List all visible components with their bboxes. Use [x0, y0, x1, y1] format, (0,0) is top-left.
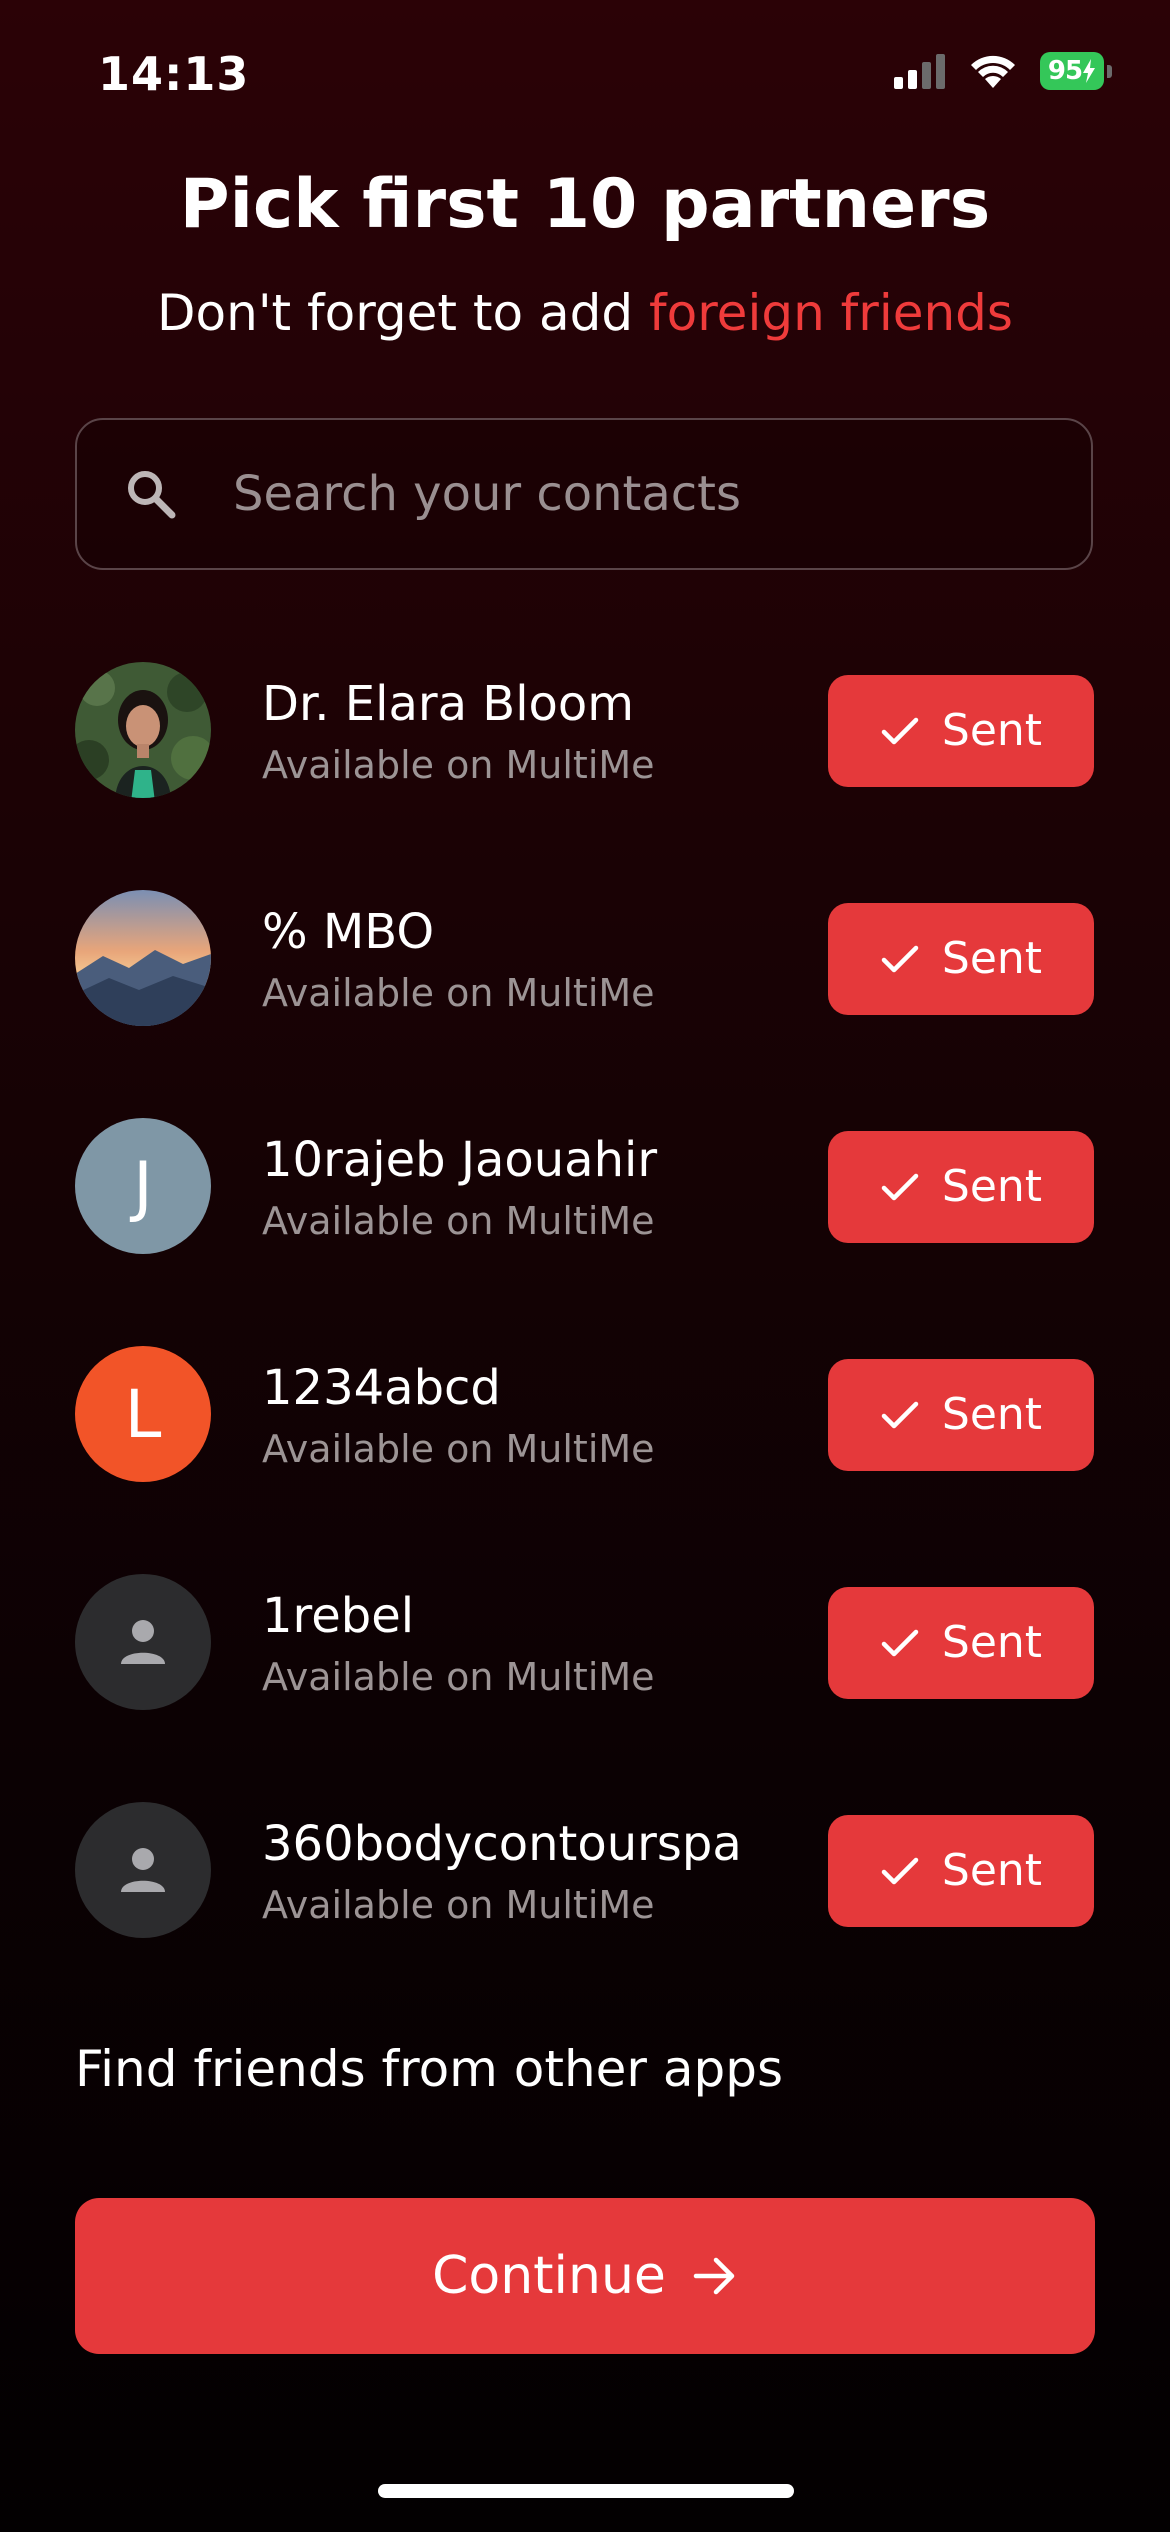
contact-name: 10rajeb Jaouahir — [262, 1132, 658, 1188]
checkmark-icon — [881, 1857, 919, 1885]
status-icons: 95 — [894, 52, 1112, 90]
sent-button[interactable]: Sent — [828, 675, 1094, 787]
search-icon — [128, 471, 176, 519]
sent-button-label: Sent — [941, 1389, 1043, 1440]
avatar — [75, 1802, 211, 1938]
sent-button[interactable]: Sent — [828, 1815, 1094, 1927]
continue-button-label: Continue — [432, 2246, 666, 2306]
contact-status: Available on MultiMe — [262, 1199, 655, 1243]
sent-button[interactable]: Sent — [828, 1359, 1094, 1471]
contact-row: L 1234abcd Available on MultiMe Sent — [0, 1344, 1170, 1484]
battery-charging-icon: 95 — [1040, 52, 1112, 90]
contact-row: 360bodycontourspa Available on MultiMe S… — [0, 1800, 1170, 1940]
contact-row: 1rebel Available on MultiMe Sent — [0, 1572, 1170, 1712]
sent-button[interactable]: Sent — [828, 1131, 1094, 1243]
checkmark-icon — [881, 1401, 919, 1429]
sent-button-label: Sent — [941, 1845, 1043, 1896]
subtitle-text: Don't forget to add — [157, 284, 650, 342]
contact-name: 1234abcd — [262, 1360, 501, 1416]
contact-name: 1rebel — [262, 1588, 415, 1644]
person-icon — [121, 1620, 165, 1664]
avatar — [75, 662, 211, 798]
avatar-initial: L — [124, 1375, 162, 1453]
status-bar: 14:13 95 — [0, 0, 1170, 150]
avatar: L — [75, 1346, 211, 1482]
avatar — [75, 890, 211, 1026]
person-icon — [121, 1848, 165, 1892]
home-indicator[interactable] — [378, 2484, 794, 2498]
avatar — [75, 1574, 211, 1710]
sent-button[interactable]: Sent — [828, 1587, 1094, 1699]
checkmark-icon — [881, 1173, 919, 1201]
contact-row: % MBO Available on MultiMe Sent — [0, 888, 1170, 1028]
checkmark-icon — [881, 1629, 919, 1657]
contact-status: Available on MultiMe — [262, 1655, 655, 1699]
contact-status: Available on MultiMe — [262, 971, 655, 1015]
page-title: Pick first 10 partners — [179, 165, 991, 244]
continue-button[interactable]: Continue — [75, 2198, 1095, 2354]
avatar-initial: J — [133, 1147, 153, 1225]
battery-level-text: 95 — [1047, 56, 1083, 86]
contact-status: Available on MultiMe — [262, 743, 655, 787]
sent-button[interactable]: Sent — [828, 903, 1094, 1015]
avatar: J — [75, 1118, 211, 1254]
sent-button-label: Sent — [941, 1161, 1043, 1212]
contact-status: Available on MultiMe — [262, 1427, 655, 1471]
contact-status: Available on MultiMe — [262, 1883, 655, 1927]
subtitle-accent-text: foreign friends — [649, 284, 1013, 342]
charging-bolt-icon — [1083, 59, 1096, 83]
battery-level: 95 — [1040, 52, 1104, 90]
sent-button-label: Sent — [941, 1617, 1043, 1668]
signal-icon — [894, 54, 945, 89]
page-subtitle: Don't forget to add foreign friends — [0, 280, 1170, 346]
find-friends-link[interactable]: Find friends from other apps — [75, 2036, 783, 2102]
avatar-photo-portrait — [75, 662, 211, 798]
wifi-icon — [971, 55, 1015, 88]
status-time: 14:13 — [98, 47, 250, 101]
avatar-photo-landscape — [75, 890, 211, 1026]
contact-row: Dr. Elara Bloom Available on MultiMe Sen… — [0, 660, 1170, 800]
contact-name: Dr. Elara Bloom — [262, 676, 635, 732]
contact-name: % MBO — [262, 904, 435, 960]
checkmark-icon — [881, 945, 919, 973]
checkmark-icon — [881, 717, 919, 745]
search-box[interactable] — [75, 418, 1093, 570]
battery-cap — [1107, 64, 1112, 78]
contact-name: 360bodycontourspa — [262, 1816, 742, 1872]
arrow-right-icon — [693, 2257, 735, 2295]
sent-button-label: Sent — [941, 705, 1043, 756]
contact-row: J 10rajeb Jaouahir Available on MultiMe … — [0, 1116, 1170, 1256]
sent-button-label: Sent — [941, 933, 1043, 984]
search-input[interactable] — [231, 448, 1091, 540]
